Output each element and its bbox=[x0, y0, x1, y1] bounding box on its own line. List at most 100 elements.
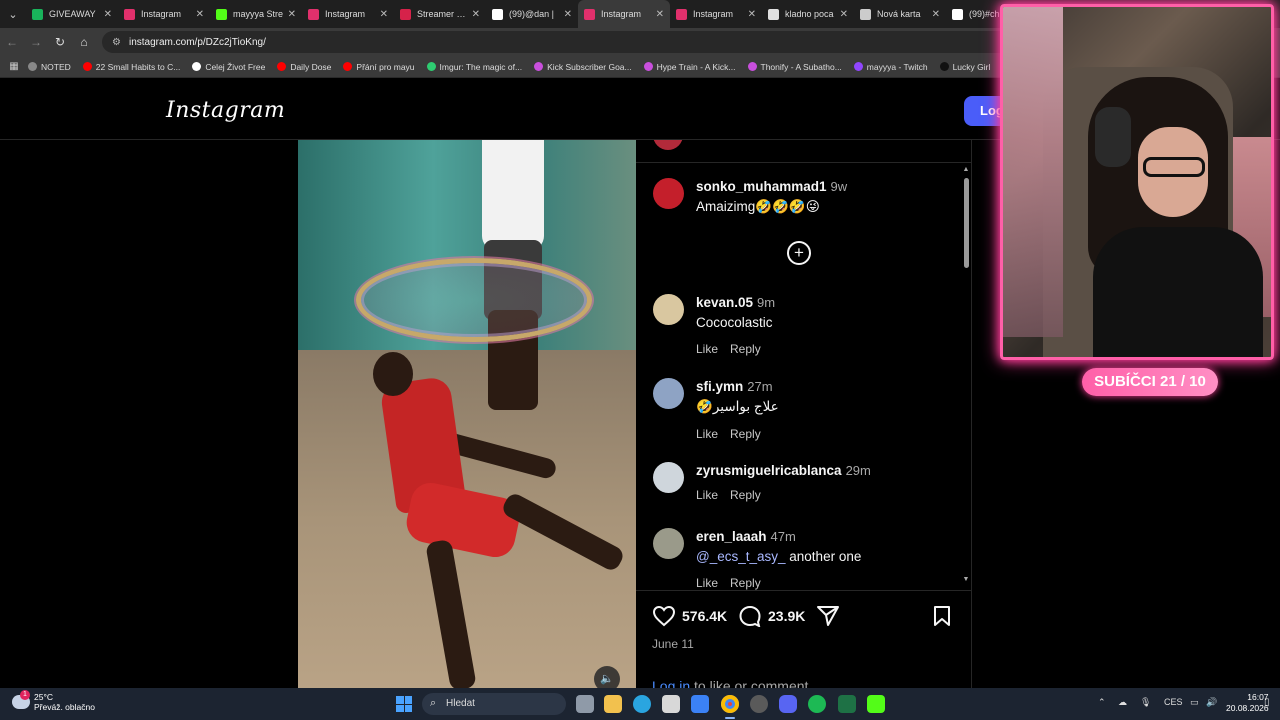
reload-icon[interactable]: ↻ bbox=[48, 35, 72, 49]
task-view-icon[interactable] bbox=[576, 695, 594, 713]
comment-reply-button[interactable]: Reply bbox=[730, 488, 761, 502]
chrome-icon[interactable] bbox=[721, 695, 739, 713]
tab-close-icon[interactable]: ✕ bbox=[748, 9, 756, 20]
commenter-username[interactable]: kevan.05 bbox=[696, 295, 753, 310]
comment-like-button[interactable]: Like bbox=[696, 488, 718, 502]
bookmark-item[interactable]: Přání pro mayu bbox=[343, 62, 415, 72]
save-action[interactable] bbox=[932, 605, 958, 627]
browser-tab[interactable]: Instagram ✕ bbox=[578, 0, 670, 28]
commenter-username[interactable]: sfi.ymn bbox=[696, 379, 743, 394]
comment-like-button[interactable]: Like bbox=[696, 427, 718, 441]
comment-like-button[interactable]: Like bbox=[696, 342, 718, 356]
commenter-avatar[interactable] bbox=[653, 294, 684, 325]
system-clock[interactable]: 16:07 20.08.2026 bbox=[1226, 692, 1269, 714]
store-icon[interactable] bbox=[662, 695, 680, 713]
tab-close-icon[interactable]: ✕ bbox=[564, 9, 572, 20]
tab-close-icon[interactable]: ✕ bbox=[196, 9, 204, 20]
scroll-thumb[interactable] bbox=[964, 178, 969, 268]
audio-toggle-icon[interactable]: 🔈 bbox=[594, 666, 620, 688]
bookmark-item[interactable]: 22 Small Habits to C... bbox=[82, 62, 180, 72]
site-info-icon[interactable]: ⚙ bbox=[112, 37, 121, 48]
browser-tab[interactable]: Nová karta ✕ bbox=[854, 0, 946, 28]
spotify-icon[interactable] bbox=[808, 695, 826, 713]
file-explorer-icon[interactable] bbox=[604, 695, 622, 713]
comment-reply-button[interactable]: Reply bbox=[730, 576, 761, 590]
taskbar-search[interactable]: ⌕ Hledat bbox=[422, 693, 566, 715]
tab-close-icon[interactable]: ✕ bbox=[656, 9, 664, 20]
tab-close-icon[interactable]: ✕ bbox=[932, 9, 940, 20]
tab-close-icon[interactable]: ✕ bbox=[288, 9, 296, 20]
discord-icon[interactable] bbox=[779, 695, 797, 713]
comment-like-button[interactable]: Like bbox=[696, 576, 718, 590]
commenter-avatar[interactable] bbox=[653, 378, 684, 409]
obs-icon[interactable] bbox=[750, 695, 768, 713]
tab-close-icon[interactable]: ✕ bbox=[104, 9, 112, 20]
comments-scrollbar[interactable]: ▲ ▼ bbox=[962, 164, 970, 588]
instagram-logo[interactable]: Instagram bbox=[166, 98, 285, 123]
forward-arrow-icon[interactable]: → bbox=[24, 35, 48, 49]
notifications-icon[interactable]: ▯ bbox=[1264, 697, 1270, 708]
input-language[interactable]: CES bbox=[1164, 697, 1183, 707]
browser-tab[interactable]: kladno poca ✕ bbox=[762, 0, 854, 28]
weather-notification-badge: 1 bbox=[20, 690, 30, 700]
bookmark-item[interactable]: Kick Subscriber Goa... bbox=[534, 62, 632, 72]
bookmark-item[interactable]: Daily Dose bbox=[277, 62, 331, 72]
tab-search-chevron-icon[interactable]: ⌄ bbox=[0, 0, 26, 28]
comment-reply-button[interactable]: Reply bbox=[730, 427, 761, 441]
address-bar[interactable]: ⚙ instagram.com/p/DZc2jTioKng/ bbox=[102, 31, 1062, 53]
browser-tab[interactable]: GIVEAWAY ✕ bbox=[26, 0, 118, 28]
bookmark-item[interactable]: Hype Train - A Kick... bbox=[643, 62, 736, 72]
commenter-username[interactable]: zyrusmiguelricablanca bbox=[696, 463, 842, 478]
commenter-username[interactable]: eren_laaah bbox=[696, 529, 767, 544]
comment-reply-button[interactable]: Reply bbox=[730, 342, 761, 356]
apps-grid-icon[interactable]: ▦ bbox=[0, 61, 28, 72]
scroll-up-arrow-icon[interactable]: ▲ bbox=[962, 166, 970, 173]
post-video[interactable]: 🔈 bbox=[298, 140, 636, 688]
commenter-avatar[interactable] bbox=[653, 178, 684, 209]
bookmark-item[interactable]: mayyya - Twitch bbox=[853, 62, 928, 72]
commenter-username[interactable]: sonko_muhammad1 bbox=[696, 179, 827, 194]
kick-icon[interactable] bbox=[867, 695, 885, 713]
bookmark-item[interactable]: Thonify - A Subatho... bbox=[747, 62, 842, 72]
tab-close-icon[interactable]: ✕ bbox=[840, 9, 848, 20]
browser-tab[interactable]: Instagram ✕ bbox=[118, 0, 210, 28]
scroll-down-arrow-icon[interactable]: ▼ bbox=[962, 576, 970, 583]
bookmark-item[interactable]: Lucky Girl bbox=[939, 62, 990, 72]
windows-start-icon[interactable] bbox=[396, 696, 412, 712]
browser-tab[interactable]: mayyya Stre ✕ bbox=[210, 0, 302, 28]
tab-close-icon[interactable]: ✕ bbox=[472, 9, 480, 20]
heart-icon[interactable] bbox=[652, 605, 676, 627]
bookmark-favicon-icon bbox=[426, 62, 436, 71]
commenter-avatar[interactable] bbox=[653, 462, 684, 493]
webcam-glasses bbox=[1143, 157, 1205, 177]
comment-bubble-icon[interactable] bbox=[738, 605, 762, 627]
onedrive-icon[interactable]: ☁ bbox=[1118, 697, 1127, 708]
tab-close-icon[interactable]: ✕ bbox=[380, 9, 388, 20]
home-icon[interactable]: ⌂ bbox=[72, 35, 96, 49]
share-action[interactable] bbox=[816, 605, 846, 627]
weather-widget[interactable]: 1 25°C Převáž. oblačno bbox=[12, 690, 95, 712]
network-icon[interactable]: ▭ bbox=[1190, 697, 1199, 708]
microphone-icon[interactable]: 🎙 bbox=[1140, 697, 1151, 708]
mail-icon[interactable] bbox=[691, 695, 709, 713]
edge-browser-icon[interactable] bbox=[633, 695, 651, 713]
like-action[interactable]: 576.4K bbox=[652, 605, 727, 627]
share-paper-plane-icon[interactable] bbox=[816, 605, 840, 627]
volume-icon[interactable]: 🔊 bbox=[1206, 697, 1217, 708]
browser-tab[interactable]: (99)@dan | ✕ bbox=[486, 0, 578, 28]
browser-tab[interactable]: Streamer Da ✕ bbox=[394, 0, 486, 28]
comment-action[interactable]: 23.9K bbox=[738, 605, 805, 627]
commenter-avatar[interactable] bbox=[653, 528, 684, 559]
bookmark-item[interactable]: Imgur: The magic of... bbox=[426, 62, 522, 72]
browser-tab[interactable]: Instagram ✕ bbox=[670, 0, 762, 28]
bookmark-item[interactable]: NOTED bbox=[28, 62, 71, 72]
load-more-comments-icon[interactable]: + bbox=[787, 241, 811, 265]
comment-mention[interactable]: @_ecs_t_asy_ bbox=[696, 549, 786, 564]
bookmark-item[interactable]: Celej Život Free bbox=[192, 62, 265, 72]
bookmark-icon[interactable] bbox=[932, 605, 952, 627]
login-link[interactable]: Log in bbox=[652, 678, 690, 688]
browser-tab[interactable]: Instagram ✕ bbox=[302, 0, 394, 28]
tray-overflow-chevron-icon[interactable]: ⌃ bbox=[1098, 697, 1106, 708]
excel-icon[interactable] bbox=[838, 695, 856, 713]
back-arrow-icon[interactable]: ← bbox=[0, 35, 24, 49]
